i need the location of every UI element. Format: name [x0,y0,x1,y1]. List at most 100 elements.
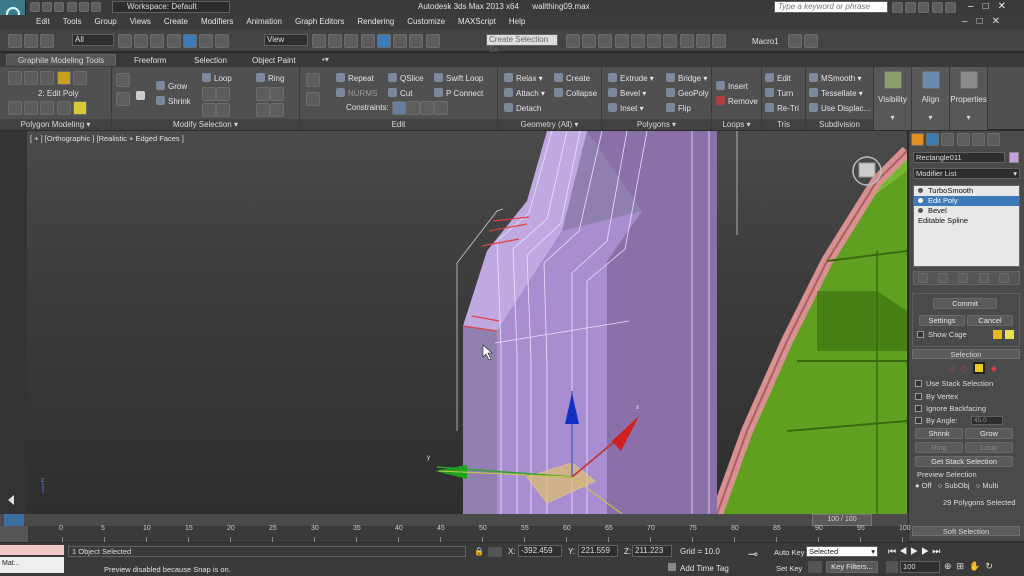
search-icon[interactable] [892,2,903,13]
maxscript-mini-listener[interactable]: Mat... [0,557,64,573]
by-angle-spinner[interactable]: 45.0 [971,416,1003,425]
constraint-face-icon[interactable] [420,101,434,115]
constraint-normal-icon[interactable] [434,101,448,115]
tab-selection[interactable]: Selection [194,56,227,65]
tab-object-paint[interactable]: Object Paint [252,56,296,65]
track-bar[interactable]: 0 5 10 15 20 25 30 35 40 45 50 55 60 65 70 75 80 85 90 95 10… [28,525,911,542]
repeat-button[interactable]: Repeat [336,73,374,83]
menu-graph-editors[interactable]: Graph Editors [295,17,344,26]
grow-button[interactable]: Grow [965,428,1013,439]
vertex-level-icon[interactable]: · [939,364,942,373]
element-mode-icon[interactable] [72,71,87,85]
by-vertex-checkbox[interactable]: By Vertex [915,392,958,401]
unlink-icon[interactable] [24,34,39,48]
menu-help[interactable]: Help [509,17,525,26]
modifier-toggle-icon[interactable] [910,218,915,223]
select-by-name-icon[interactable] [134,34,149,48]
extrude-button[interactable]: Extrude ▾ [608,73,654,83]
select-manipulate-icon[interactable] [328,34,343,48]
collapse-button[interactable]: Collapse [554,88,597,98]
geopoly-button[interactable]: GeoPoly [666,88,709,98]
edge-level-icon[interactable]: ◁ [948,364,954,373]
help-icon[interactable] [944,2,956,13]
hierarchy-tab-icon[interactable] [941,133,955,146]
graphite-toggle-icon[interactable] [614,34,629,48]
macro-play-icon[interactable] [804,34,819,48]
cage-selected-color-swatch[interactable] [1005,330,1014,339]
timeline-toggle-icon[interactable] [4,514,24,526]
insert-loop-button[interactable]: Insert [716,81,748,91]
modifier-toggle-icon[interactable] [918,198,923,203]
modify-tab-icon[interactable] [926,133,940,146]
shrink-loop-icon[interactable] [116,92,130,106]
maxscript-listener-pink[interactable] [0,545,64,555]
modify-selection-footer[interactable]: Modify Selection ▾ [112,119,299,130]
polygon-mode-icon[interactable] [56,71,71,85]
snaps-toggle-icon[interactable] [360,34,375,48]
geometry-footer[interactable]: Geometry (All) ▾ [498,119,601,130]
curve-editor-icon[interactable] [630,34,645,48]
attach-button[interactable]: Attach ▾ [504,88,545,98]
menu-create[interactable]: Create [164,17,188,26]
selection-filter-dropdown[interactable]: All [72,34,114,46]
hold-icon[interactable] [91,2,102,12]
bevel-button[interactable]: Bevel ▾ [608,88,646,98]
re-tri-button[interactable]: Re-Tri [765,103,799,113]
constraint-none-icon[interactable] [392,101,406,115]
previous-modifier-icon[interactable] [24,101,39,115]
save-file-icon[interactable] [54,2,65,12]
select-move-icon[interactable] [182,34,197,48]
percent-snap-icon[interactable] [393,34,408,48]
show-cage-checkbox[interactable]: Show Cage [917,330,967,339]
key-filters-button[interactable]: Key Filters... [826,561,878,573]
cut-button[interactable]: Cut [388,88,412,98]
z-coord-field[interactable]: 211.223 [632,545,672,557]
next-frame-icon[interactable]: ▶ [921,546,932,556]
set-key-icon[interactable] [808,561,822,573]
create-button[interactable]: Create [554,73,590,83]
render-production-icon[interactable] [712,34,727,48]
shrink-button[interactable]: Shrink [915,428,963,439]
minimize-icon[interactable]: – [968,1,983,12]
collapse-stack-icon[interactable] [8,101,22,115]
visibility-group[interactable]: Visibility ▾ [874,67,912,130]
nurms-button[interactable]: NURMS [336,88,377,98]
keyboard-shortcut-icon[interactable] [344,34,359,48]
relax-button[interactable]: Relax ▾ [504,73,543,83]
select-rotate-icon[interactable] [199,34,214,48]
display-tab-icon[interactable] [971,133,985,146]
rendered-frame-icon[interactable] [695,34,710,48]
get-stack-selection-button[interactable]: Get Stack Selection [915,456,1013,467]
doc-close-icon[interactable]: ✕ [992,16,1009,27]
communication-icon[interactable] [918,2,930,13]
stack-item-turbosmooth[interactable]: TurboSmooth [914,186,1019,196]
bridge-button[interactable]: Bridge ▾ [666,73,707,83]
key-icon[interactable]: ⊸ [748,547,758,561]
menu-maxscript[interactable]: MAXScript [458,17,496,26]
favorites-icon[interactable] [931,2,943,13]
add-time-tag[interactable]: Add Time Tag [680,564,729,573]
menu-views[interactable]: Views [130,17,151,26]
stack-item-editable-spline[interactable]: Editable Spline [914,216,1019,226]
ring-button[interactable]: Ring [915,442,963,453]
current-frame-field[interactable]: 100 [900,561,940,573]
show-end-result-icon[interactable] [938,273,949,283]
redo-icon[interactable] [78,2,89,12]
border-level-icon[interactable]: ◇ [960,364,966,373]
edit-named-selection-icon[interactable] [425,34,440,48]
constraint-edge-icon[interactable] [406,101,420,115]
tessellate-button[interactable]: Tessellate ▾ [809,88,863,98]
ring-mode-icon[interactable] [256,87,270,101]
settings-button[interactable]: Settings [919,315,965,326]
menu-edit[interactable]: Edit [36,17,50,26]
time-slider-track[interactable]: 100 / 100 [0,514,908,526]
absolute-mode-icon[interactable] [488,547,502,557]
commit-button[interactable]: Commit [933,298,997,309]
loop-mode-icon[interactable] [202,87,216,101]
pan-icon[interactable]: ✋ [969,561,985,571]
tab-graphite-modeling-tools[interactable]: Graphite Modeling Tools [6,54,116,66]
workspace-dropdown[interactable]: Workspace: Default [112,1,230,13]
shrink-button[interactable]: Shrink [156,96,191,106]
qslice-button[interactable]: QSlice [388,73,424,83]
polygon-level-icon[interactable] [972,362,985,374]
